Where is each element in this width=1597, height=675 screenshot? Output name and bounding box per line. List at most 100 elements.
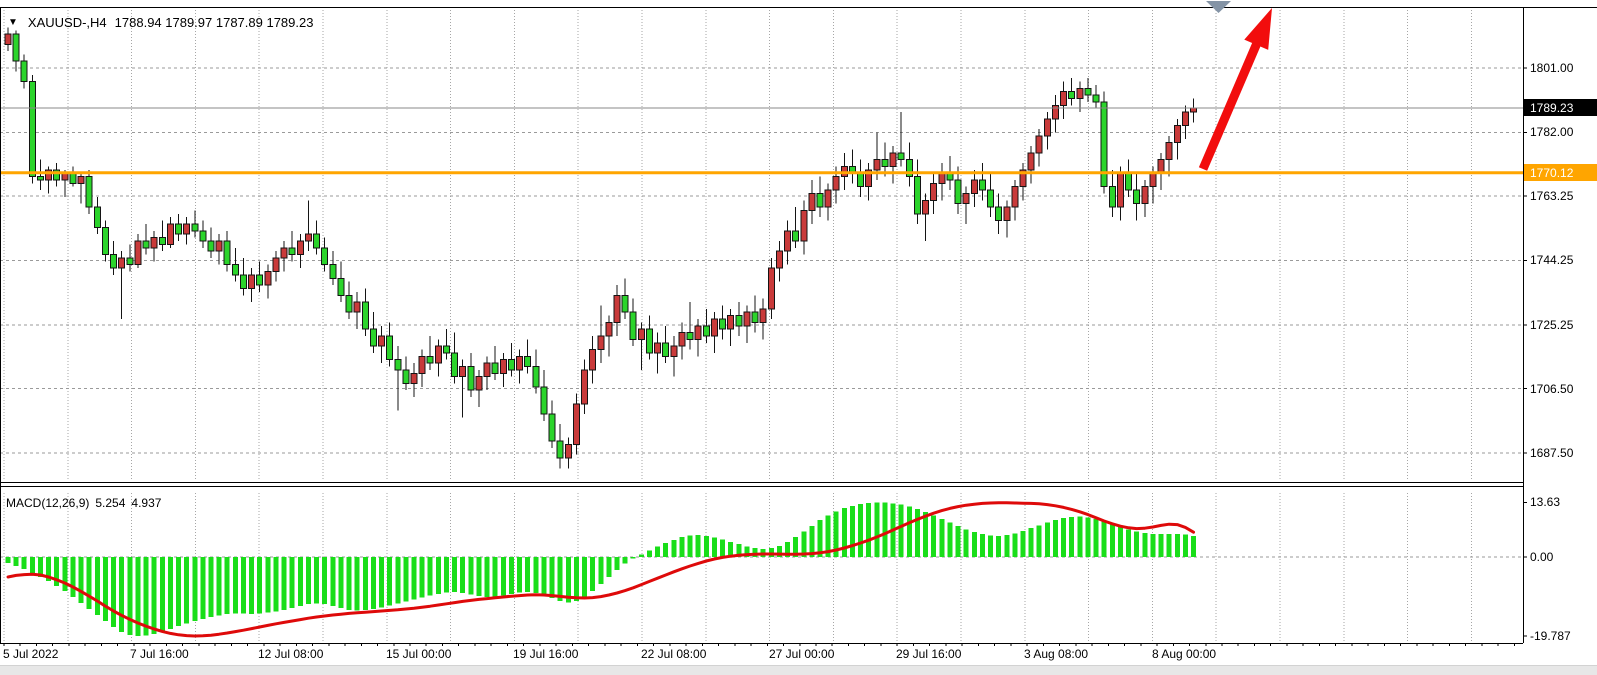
macd-histogram-bar	[79, 557, 84, 603]
time-tick-label: 22 Jul 08:00	[641, 647, 706, 661]
macd-histogram-bar	[485, 557, 490, 597]
candle-body	[590, 350, 596, 370]
macd-histogram-bar	[1159, 534, 1164, 557]
candle-body	[500, 360, 506, 374]
macd-histogram-bar	[452, 557, 457, 592]
candle-body	[200, 231, 206, 241]
macd-histogram-bar	[720, 539, 725, 557]
candle-body	[695, 326, 701, 340]
macd-histogram-bar	[306, 557, 311, 604]
annotations-layer	[1203, 1, 1272, 169]
macd-histogram-bar	[273, 557, 278, 611]
candle-body	[720, 319, 726, 329]
candle-body	[1052, 105, 1058, 119]
trend-arrow-shaft[interactable]	[1203, 39, 1259, 169]
candle-body	[208, 241, 214, 251]
candle-body	[265, 272, 271, 286]
candle-body	[638, 329, 644, 339]
candle-body	[939, 173, 945, 183]
macd-histogram-bar	[355, 557, 360, 611]
price-chart-canvas[interactable]	[0, 0, 1597, 675]
time-tick-label: 29 Jul 16:00	[896, 647, 961, 661]
candle-body	[289, 248, 295, 255]
candle-body	[468, 366, 474, 390]
candle-body	[135, 241, 141, 265]
time-tick-label: 15 Jul 00:00	[386, 647, 451, 661]
macd-histogram-bar	[631, 557, 636, 559]
candle-body	[785, 231, 791, 251]
candle-body	[151, 238, 157, 248]
macd-histogram-bar	[322, 557, 327, 604]
price-tick-label: 1744.25	[1530, 253, 1573, 267]
macd-histogram-bar	[525, 557, 530, 592]
macd-histogram-bar	[347, 557, 352, 610]
macd-label: MACD(12,26,9) 5.254 4.937	[6, 496, 161, 510]
macd-histogram-bar	[436, 557, 441, 594]
candle-body	[557, 441, 563, 458]
candles-layer	[5, 27, 1197, 468]
macd-histogram-bar	[1045, 523, 1050, 557]
macd-histogram-bar	[509, 557, 514, 594]
macd-histogram-bar	[996, 536, 1001, 557]
macd-histogram-bar	[379, 557, 384, 607]
macd-histogram-bar	[939, 519, 944, 557]
candle-body	[1085, 88, 1091, 95]
trend-arrow-head[interactable]	[1244, 8, 1272, 50]
macd-histogram-bar	[493, 557, 498, 597]
macd-histogram-bar	[1150, 534, 1155, 557]
candle-body	[143, 241, 149, 248]
candle-body	[379, 336, 385, 346]
macd-histogram-bar	[899, 505, 904, 557]
macd-histogram-bar	[444, 557, 449, 593]
candle-body	[37, 177, 43, 180]
candle-body	[427, 356, 433, 363]
current-price-label: 1789.23	[1524, 99, 1597, 116]
candle-body	[744, 312, 750, 326]
candle-body	[216, 241, 222, 251]
macd-histogram-bar	[1175, 534, 1180, 557]
candle-body	[184, 224, 190, 234]
macd-histogram-bar	[1094, 519, 1099, 557]
macd-histogram-bar	[144, 557, 149, 635]
candle-body	[955, 180, 961, 204]
macd-histogram-bar	[663, 543, 668, 557]
macd-histogram-bar	[956, 526, 961, 557]
macd-histogram-bar	[127, 557, 132, 635]
candle-body	[752, 312, 758, 322]
candle-body	[703, 326, 709, 336]
candle-body	[508, 360, 514, 370]
macd-histogram-bar	[1021, 531, 1026, 557]
candle-body	[13, 34, 19, 61]
candle-body	[5, 34, 11, 44]
candle-body	[419, 356, 425, 373]
candle-body	[322, 248, 328, 265]
time-tick-label: 12 Jul 08:00	[258, 647, 323, 661]
candle-body	[21, 61, 27, 81]
candle-body	[94, 207, 100, 227]
candle-body	[565, 445, 571, 459]
macd-histogram-bar	[931, 515, 936, 557]
macd-histogram-bar	[550, 557, 555, 598]
candle-body	[167, 224, 173, 244]
candle-body	[598, 336, 604, 350]
frame-layer	[0, 7, 1597, 646]
macd-histogram-bar	[704, 536, 709, 557]
macd-histogram-bar	[988, 535, 993, 557]
candle-body	[452, 353, 458, 377]
candle-body	[1012, 187, 1018, 207]
macd-histogram-bar	[160, 557, 165, 631]
macd-histogram-bar	[606, 557, 611, 577]
macd-histogram-bar	[1110, 524, 1115, 557]
macd-histogram-bar	[62, 557, 67, 591]
macd-histogram-bar	[923, 512, 928, 557]
candle-body	[224, 241, 230, 265]
symbol-dropdown-icon[interactable]: ▼	[8, 16, 18, 30]
candle-body	[679, 333, 685, 347]
macd-histogram-bar	[249, 557, 254, 614]
macd-histogram-bar	[882, 503, 887, 557]
macd-histogram-bar	[371, 557, 376, 609]
macd-histogram-bar	[22, 557, 27, 569]
candle-body	[776, 251, 782, 268]
candle-body	[476, 377, 482, 391]
candle-body	[257, 275, 263, 285]
